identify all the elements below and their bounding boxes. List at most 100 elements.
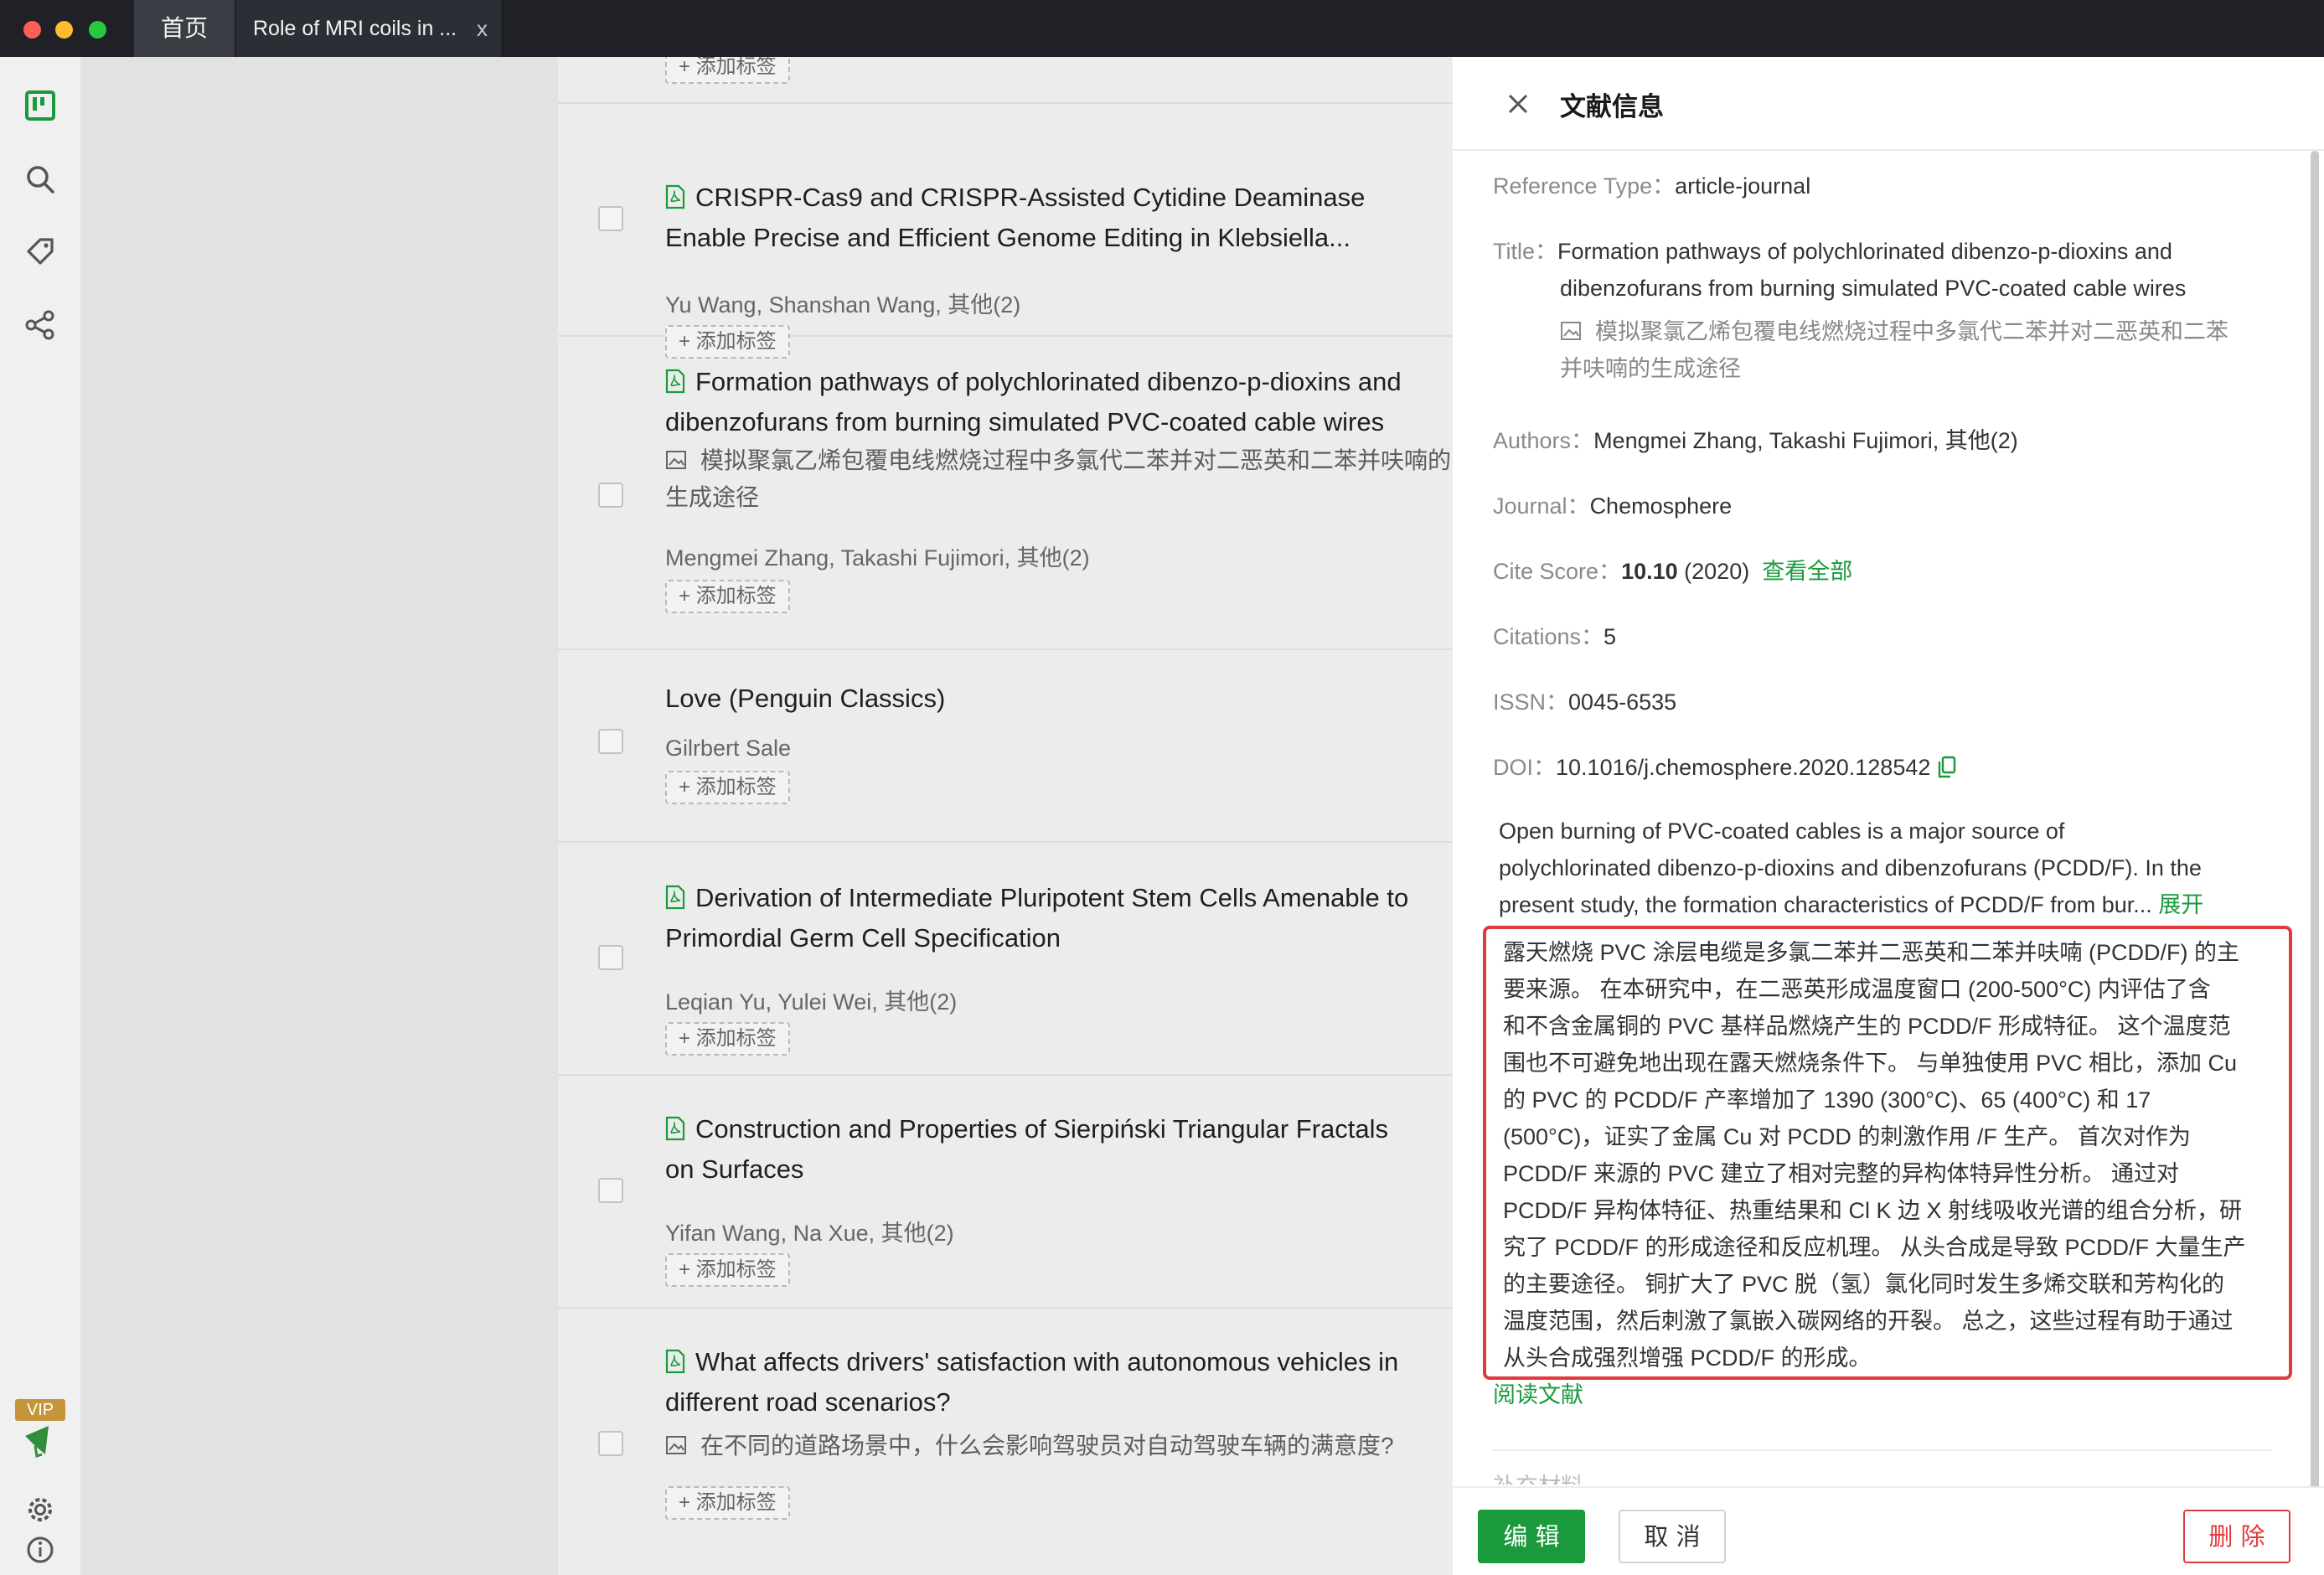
copy-icon[interactable]	[1937, 756, 1957, 779]
abstract-zh-line: PCDD/F 来源的 PVC 建立了相对完整的异构体特异性分析。 通过对	[1503, 1161, 2180, 1186]
abstract-zh-line: 的主要途径。 铜扩大了 PVC 脱（氢）氯化同时发生多烯交联和芳构化的	[1503, 1272, 2225, 1297]
doi-field: DOI：10.1016/j.chemosphere.2020.128542	[1493, 749, 1957, 786]
abstract-zh-line: 露天燃烧 PVC 涂层电缆是多氯二苯并二恶英和二苯并呋喃 (PCDD/F) 的主	[1503, 940, 2240, 965]
item-title-line: Enable Precise and Efficient Genome Edit…	[665, 223, 1351, 252]
item-checkbox[interactable]	[598, 1178, 623, 1203]
panel-header: 文献信息	[1453, 57, 2324, 151]
share-icon[interactable]	[20, 305, 60, 345]
item-checkbox[interactable]	[598, 945, 623, 970]
list-item[interactable]: What affects drivers' satisfaction with …	[558, 1309, 1453, 1575]
item-title[interactable]: What affects drivers' satisfaction with …	[665, 1342, 1398, 1382]
authors-field: Authors：Mengmei Zhang, Takashi Fujimori,…	[1493, 422, 2018, 459]
citations-field: Citations：5	[1493, 618, 1616, 655]
field-value: article-journal	[1675, 173, 1811, 199]
gear-icon[interactable]	[20, 1490, 60, 1530]
list-item[interactable]: Love (Penguin Classics) Gilrbert Sale + …	[558, 650, 1453, 843]
tab-document-label: Role of MRI coils in ...	[253, 17, 457, 40]
tab-close-icon[interactable]: x	[477, 0, 488, 57]
panel-scrollbar[interactable]	[2311, 151, 2319, 1491]
field-label: Reference Type：	[1493, 173, 1676, 199]
item-title[interactable]: Derivation of Intermediate Pluripotent S…	[665, 878, 1408, 918]
megaphone-icon[interactable]	[20, 1421, 60, 1461]
item-title-line: dibenzofurans from burning simulated PVC…	[665, 407, 1385, 436]
item-title-line: different road scenarios?	[665, 1387, 951, 1417]
item-title[interactable]: Construction and Properties of Sierpińsk…	[665, 1109, 1388, 1149]
tag-icon[interactable]	[20, 231, 60, 271]
library-icon[interactable]	[20, 85, 60, 126]
abstract-zh-line: 和不含金属铜的 PVC 基样品燃烧产生的 PCDD/F 形成特征。 这个温度范	[1503, 1014, 2231, 1039]
maximize-window-button[interactable]	[89, 21, 106, 39]
item-title-line: CRISPR-Cas9 and CRISPR-Assisted Cytidine…	[695, 183, 1366, 212]
info-icon[interactable]	[20, 1530, 60, 1570]
item-title[interactable]: Formation pathways of polychlorinated di…	[665, 362, 1402, 402]
abstract-english: Open burning of PVC-coated cables is a m…	[1499, 813, 2270, 923]
close-icon[interactable]	[1501, 87, 1535, 121]
title-translation-line: 并呋喃的生成途径	[1560, 356, 1741, 381]
edit-button[interactable]: 编 辑	[1478, 1510, 1585, 1563]
minimize-window-button[interactable]	[55, 21, 73, 39]
field-label: DOI：	[1493, 755, 1557, 780]
item-translation: 在不同的道路场景中，什么会影响驾驶员对自动驾驶车辆的满意度?	[665, 1428, 1394, 1464]
item-authors: Mengmei Zhang, Takashi Fujimori, 其他(2)	[665, 545, 1090, 571]
item-authors: Leqian Yu, Yulei Wei, 其他(2)	[665, 989, 958, 1015]
close-window-button[interactable]	[23, 21, 41, 39]
pdf-icon	[665, 1116, 685, 1141]
add-tag-button[interactable]: + 添加标签	[665, 1022, 790, 1056]
gutter	[80, 57, 558, 1575]
item-title-line: Formation pathways of polychlorinated di…	[695, 367, 1402, 396]
item-title-line: Derivation of Intermediate Pluripotent S…	[695, 883, 1409, 912]
expand-link[interactable]: 展开	[2158, 892, 2203, 917]
abstract-zh-line: PCDD/F 异构体特征、热重结果和 Cl K 边 X 射线吸收光谱的组合分析，…	[1503, 1198, 2243, 1223]
vip-badge: VIP	[15, 1399, 65, 1421]
add-tag-button[interactable]: + 添加标签	[665, 580, 790, 613]
abstract-line-text: present study, the formation characteris…	[1499, 892, 2152, 917]
abstract-zh-line: 围也不可避免地出现在露天燃烧条件下。 与单独使用 PVC 相比，添加 Cu	[1503, 1051, 2238, 1076]
divider	[1493, 1449, 2272, 1451]
list-item[interactable]: Construction and Properties of Sierpińsk…	[558, 1076, 1453, 1309]
list-item[interactable]: Formation pathways of polychlorinated di…	[558, 335, 1453, 650]
item-checkbox[interactable]	[598, 1431, 623, 1456]
field-value: 5	[1604, 624, 1617, 649]
tab-document[interactable]: Role of MRI coils in ... x	[236, 0, 501, 57]
field-label: Journal：	[1493, 493, 1590, 519]
sidebar: VIP	[0, 57, 80, 1575]
abstract-zh-line: 从头合成强烈增强 PCDD/F 的形成。	[1503, 1345, 1872, 1371]
abstract-line: polychlorinated dibenzo-p-dioxins and di…	[1499, 855, 2202, 880]
cancel-button[interactable]: 取 消	[1619, 1510, 1726, 1563]
abstract-zh-line: 温度范围，然后刺激了氯嵌入碳网络的开裂。 总之，这些过程有助于通过	[1503, 1309, 2234, 1334]
journal-field: Journal：Chemosphere	[1493, 488, 1732, 524]
title-field-line: dibenzofurans from burning simulated PVC…	[1560, 276, 2187, 301]
item-checkbox[interactable]	[598, 206, 623, 231]
delete-button[interactable]: 删 除	[2183, 1510, 2290, 1563]
field-value: 0045-6535	[1568, 689, 1677, 715]
document-list: + 添加标签 CRISPR-Cas9 and CRISPR-Assisted C…	[558, 57, 1453, 1575]
translate-icon	[666, 1436, 686, 1454]
search-icon[interactable]	[20, 159, 60, 199]
item-title[interactable]: Love (Penguin Classics)	[665, 679, 945, 719]
read-document-link[interactable]: 阅读文献	[1493, 1376, 1583, 1409]
add-tag-button[interactable]: + 添加标签	[665, 1486, 790, 1520]
item-authors: Yifan Wang, Na Xue, 其他(2)	[665, 1221, 954, 1246]
item-title[interactable]: CRISPR-Cas9 and CRISPR-Assisted Cytidine…	[665, 178, 1365, 218]
title-bar: 首页 Role of MRI coils in ... x	[0, 0, 2324, 57]
item-title-line: What affects drivers' satisfaction with …	[695, 1347, 1399, 1376]
item-title-line: on Surfaces	[665, 1154, 804, 1184]
abstract-line: present study, the formation characteris…	[1499, 886, 2270, 923]
item-checkbox[interactable]	[598, 729, 623, 754]
pdf-icon	[665, 885, 685, 910]
tab-home[interactable]: 首页	[134, 0, 235, 57]
issn-field: ISSN：0045-6535	[1493, 684, 1676, 720]
field-label: Cite Score：	[1493, 559, 1622, 584]
add-tag-button[interactable]: + 添加标签	[665, 1253, 790, 1287]
list-item[interactable]: Derivation of Intermediate Pluripotent S…	[558, 843, 1453, 1076]
list-item[interactable]: CRISPR-Cas9 and CRISPR-Assisted Cytidine…	[558, 104, 1453, 359]
field-value: 10.1016/j.chemosphere.2020.128542	[1556, 755, 1931, 780]
cite-score-year: (2020)	[1684, 559, 1750, 584]
add-tag-button[interactable]: + 添加标签	[665, 57, 790, 84]
item-checkbox[interactable]	[598, 483, 623, 508]
add-tag-button[interactable]: + 添加标签	[665, 771, 790, 804]
item-translation: 模拟聚氯乙烯包覆电线燃烧过程中多氯代二苯并对二恶英和二苯并呋喃的	[665, 442, 1451, 479]
translate-icon	[1561, 322, 1581, 340]
view-all-link[interactable]: 查看全部	[1762, 559, 1852, 584]
field-label: Authors：	[1493, 428, 1594, 453]
